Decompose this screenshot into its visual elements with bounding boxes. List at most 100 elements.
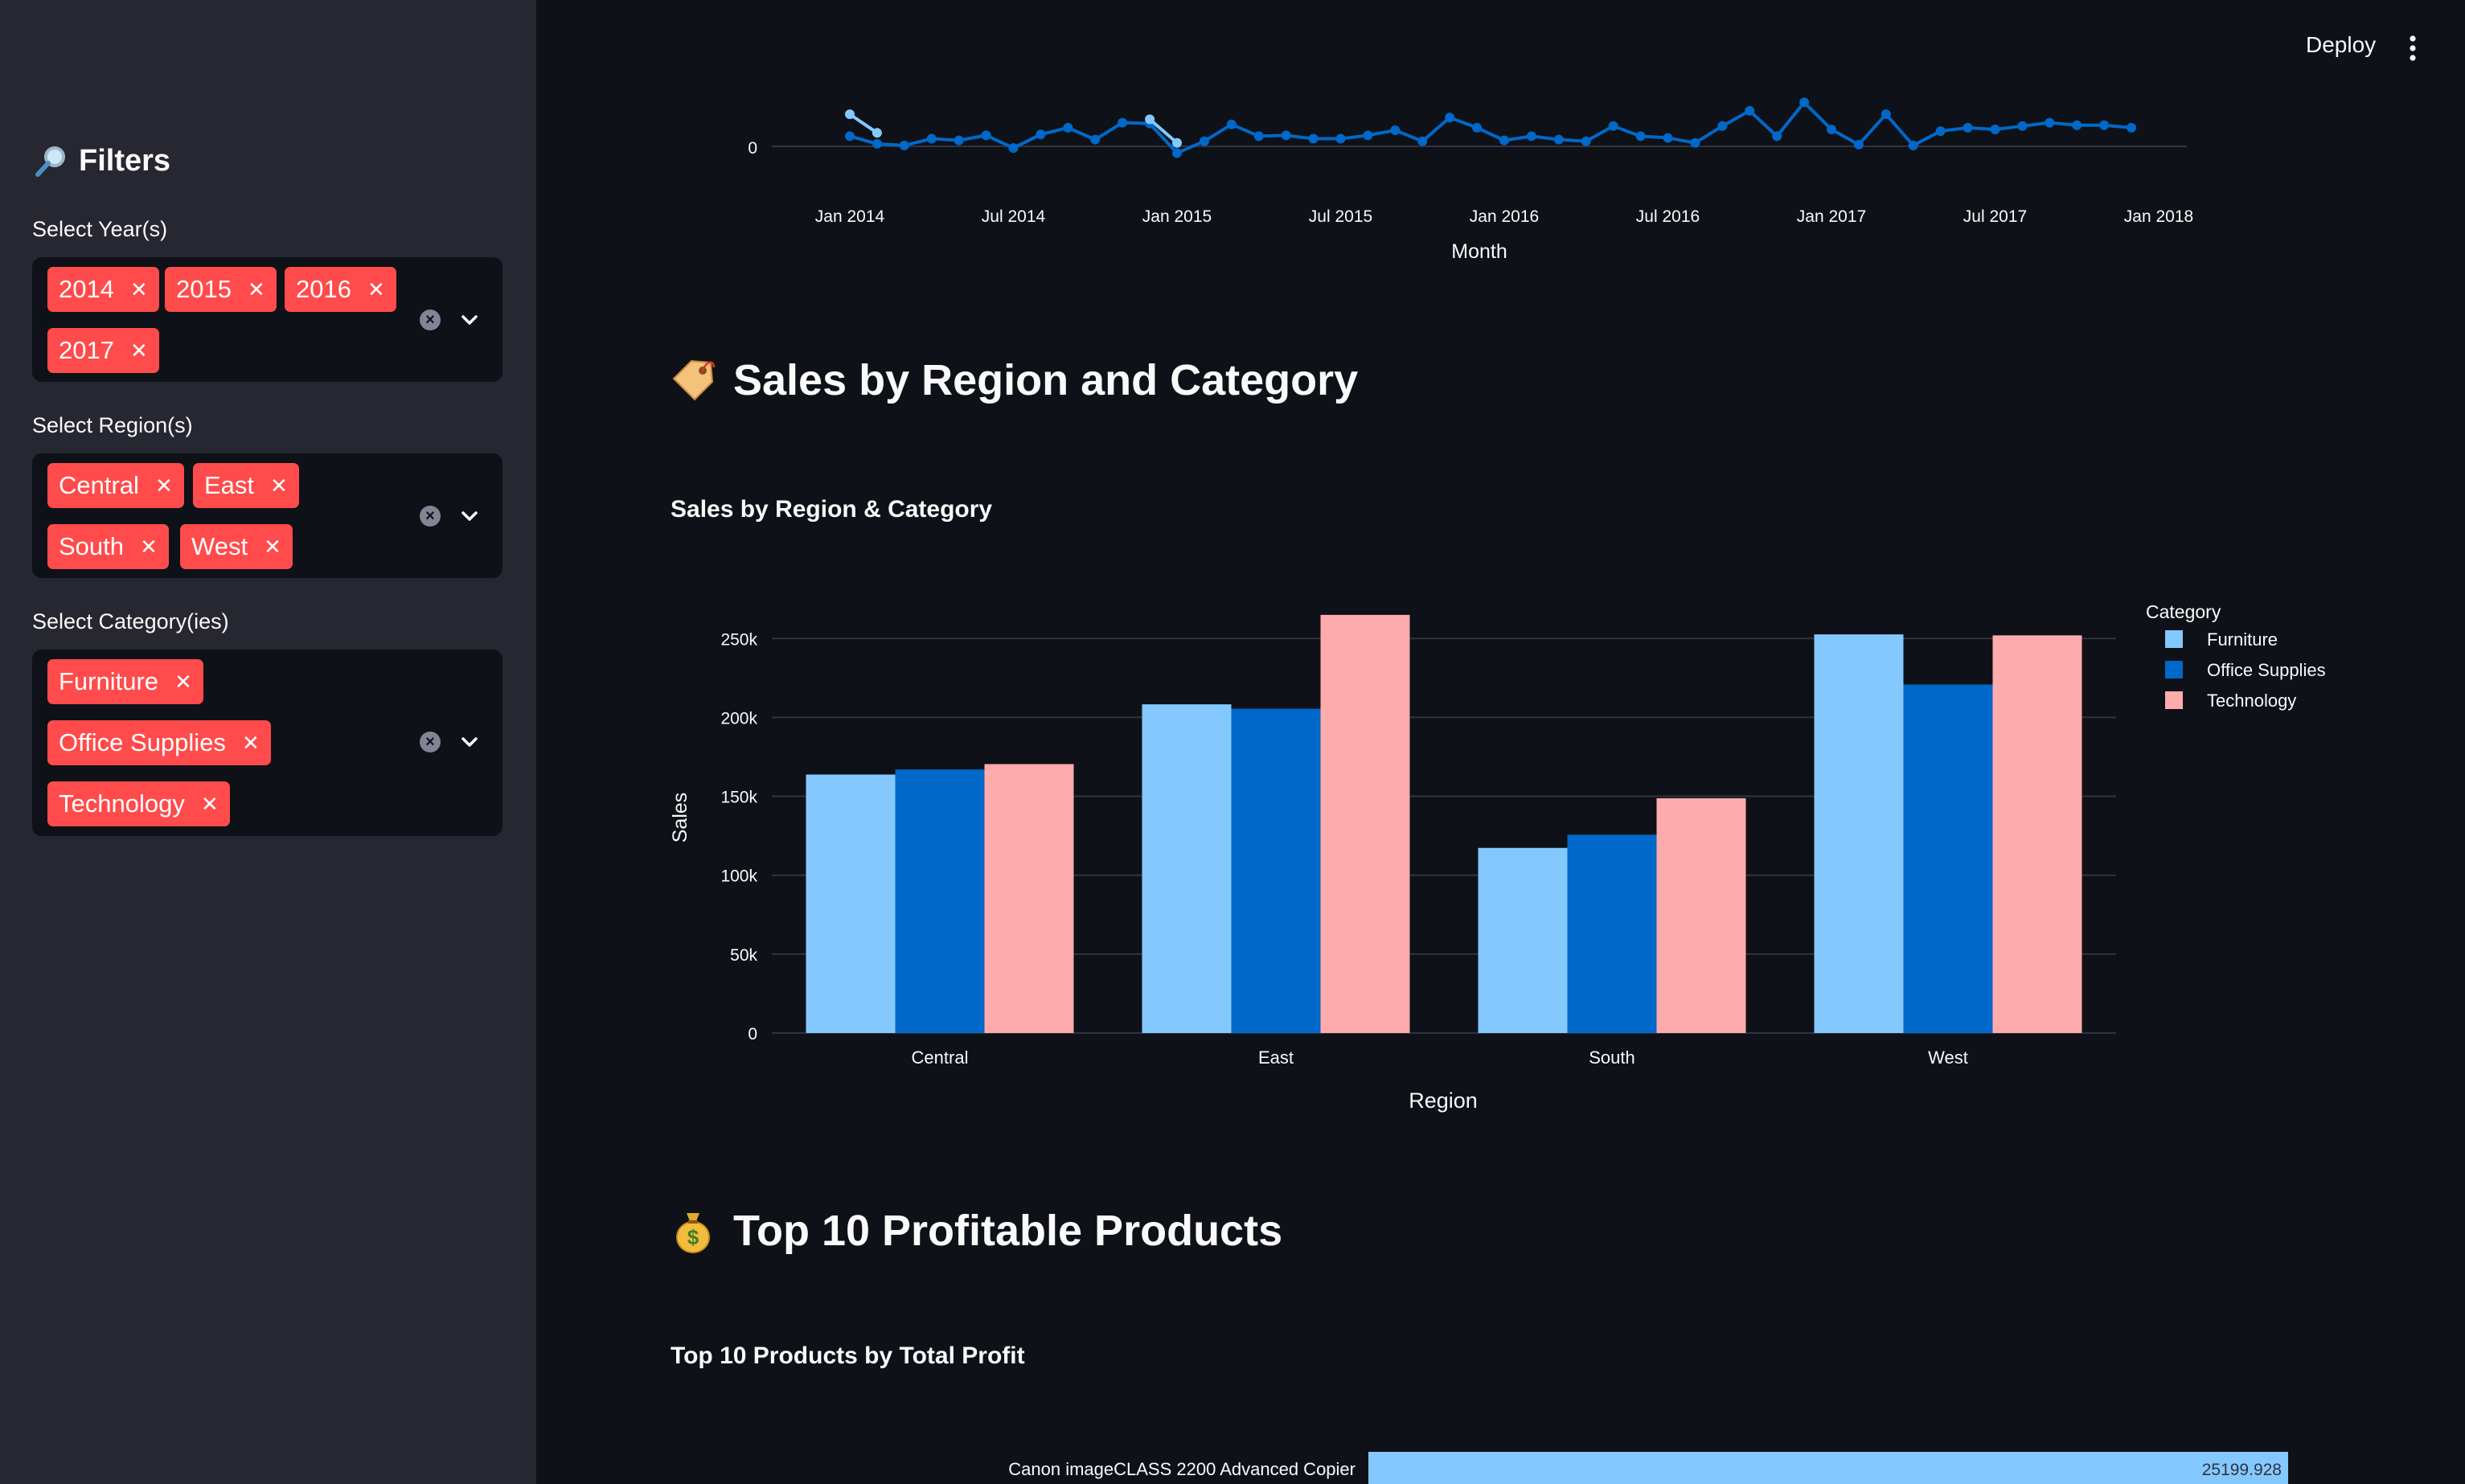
chip-label: 2014 (59, 275, 114, 303)
data-point (1363, 130, 1373, 141)
chip-category-office-supplies: Office Supplies ✕ (47, 720, 271, 765)
x-axis-title: Region (1409, 1088, 1478, 1113)
clear-all-icon[interactable]: × (420, 506, 441, 527)
chip-year-2015: 2015 ✕ (165, 267, 277, 312)
clear-all-icon[interactable]: × (420, 310, 441, 330)
x-tick-label: Jan 2018 (2124, 207, 2193, 226)
data-point (1908, 140, 1918, 150)
data-point (1445, 113, 1455, 123)
more-menu-icon[interactable] (2406, 32, 2420, 64)
remove-icon[interactable]: ✕ (140, 536, 158, 557)
legend-label: Furniture (2207, 629, 2278, 650)
bar-technology (1320, 614, 1410, 1033)
remove-icon[interactable]: ✕ (264, 536, 281, 557)
legend-swatch (2165, 691, 2183, 709)
remove-icon[interactable]: ✕ (270, 475, 288, 496)
chip-label: 2015 (176, 275, 232, 303)
data-point (1253, 131, 1264, 141)
data-point (1390, 125, 1401, 136)
year-filter-label: Select Year(s) (32, 217, 168, 241)
data-point (1745, 105, 1755, 116)
data-point (1772, 131, 1782, 141)
remove-icon[interactable]: ✕ (174, 671, 192, 692)
remove-icon[interactable]: ✕ (367, 279, 385, 300)
value-label: 25199.928 (2202, 1461, 2282, 1479)
data-point (845, 131, 855, 141)
sidebar-title-text: Filters (79, 143, 171, 178)
chip-label: Furniture (59, 667, 159, 695)
remove-icon[interactable]: ✕ (155, 475, 173, 496)
data-point (1717, 121, 1728, 131)
price-tag-icon (672, 359, 716, 401)
magnifier-icon (35, 146, 65, 177)
y-tick-label: 200k (720, 709, 757, 728)
bar-technology (1992, 635, 2082, 1033)
x-tick-label: Jul 2015 (1309, 207, 1372, 226)
chip-year-2017: 2017 ✕ (47, 328, 159, 373)
data-point (1172, 148, 1182, 158)
x-tick-label: Jul 2014 (982, 207, 1046, 226)
monthly-sales-line-chart: 0 Jan 2014 Jul 2014 Jan 2015 Jul 2015 Jan 20… (748, 97, 2193, 263)
chip-label: Office Supplies (59, 728, 226, 756)
bar-technology (984, 764, 1074, 1033)
section-title-text: Top 10 Profitable Products (733, 1207, 1283, 1255)
data-point (1145, 114, 1155, 125)
x-tick-label: Jul 2016 (1636, 207, 1700, 226)
data-point (1172, 137, 1182, 148)
data-point (872, 128, 882, 138)
category-filter-label: Select Category(ies) (32, 609, 229, 633)
data-point (2127, 122, 2137, 133)
section-title-text: Sales by Region and Category (733, 356, 1359, 404)
remove-icon[interactable]: ✕ (242, 732, 260, 753)
data-point (981, 130, 991, 141)
chip-region-central: Central ✕ (47, 463, 184, 508)
region-category-section-title: Sales by Region and Category (669, 355, 1358, 405)
remove-icon[interactable]: ✕ (130, 340, 148, 361)
top-products-bar-chart: Canon imageCLASS 2200 Advanced Copier 251… (1008, 1452, 2288, 1484)
line-series (845, 97, 2137, 158)
top-products-section-title: $ Top 10 Profitable Products (669, 1206, 1282, 1256)
chip-region-east: East ✕ (193, 463, 299, 508)
series-line (848, 113, 879, 134)
legend-swatch (2165, 661, 2183, 678)
sidebar-title: Filters (34, 143, 170, 178)
data-point (1581, 136, 1591, 146)
x-axis-title: Month (1451, 240, 1507, 263)
chip-region-west: West ✕ (180, 524, 293, 569)
bar-furniture (1814, 634, 1904, 1033)
remove-icon[interactable]: ✕ (248, 279, 265, 300)
bar-office-supplies (1903, 684, 1993, 1033)
chevron-down-icon[interactable] (458, 309, 481, 331)
region-filter-label: Select Region(s) (32, 413, 193, 437)
chip-label: South (59, 532, 125, 560)
bar-technology (1656, 797, 1746, 1033)
chip-label: West (191, 532, 248, 560)
deploy-button[interactable]: Deploy (2306, 32, 2376, 58)
data-point (1118, 117, 1128, 128)
bar-office-supplies (1567, 834, 1657, 1033)
chip-category-technology: Technology ✕ (47, 781, 230, 826)
legend-title: Category (2146, 601, 2221, 622)
y-tick-label: 150k (720, 789, 757, 807)
legend-swatch (2165, 630, 2183, 648)
data-point (1935, 126, 1946, 137)
x-tick-labels: Jan 2014 Jul 2014 Jan 2015 Jul 2015 Jan 2016… (815, 207, 2193, 226)
region-multiselect[interactable]: Central ✕ East ✕ South ✕ West ✕ × (32, 453, 502, 578)
x-tick-label: Jan 2015 (1142, 207, 1212, 226)
data-point (845, 109, 855, 120)
chevron-down-icon[interactable] (458, 505, 481, 527)
data-point (1799, 97, 1810, 108)
category-multiselect[interactable]: Furniture ✕ Office Supplies ✕ Technology ✕ … (32, 650, 502, 836)
data-point (1090, 134, 1101, 145)
remove-icon[interactable]: ✕ (130, 279, 148, 300)
data-point (1063, 122, 1073, 133)
data-point (1308, 133, 1319, 144)
svg-text:$: $ (687, 1225, 699, 1249)
bar-chart-title: Sales by Region & Category (671, 496, 993, 523)
year-multiselect[interactable]: 2014 ✕ 2015 ✕ 2016 ✕ 2017 ✕ × (32, 257, 502, 382)
remove-icon[interactable]: ✕ (201, 793, 219, 814)
chevron-down-icon[interactable] (458, 731, 481, 753)
data-point (1499, 135, 1509, 146)
clear-all-icon[interactable]: × (420, 732, 441, 752)
bar-office-supplies (895, 769, 985, 1033)
